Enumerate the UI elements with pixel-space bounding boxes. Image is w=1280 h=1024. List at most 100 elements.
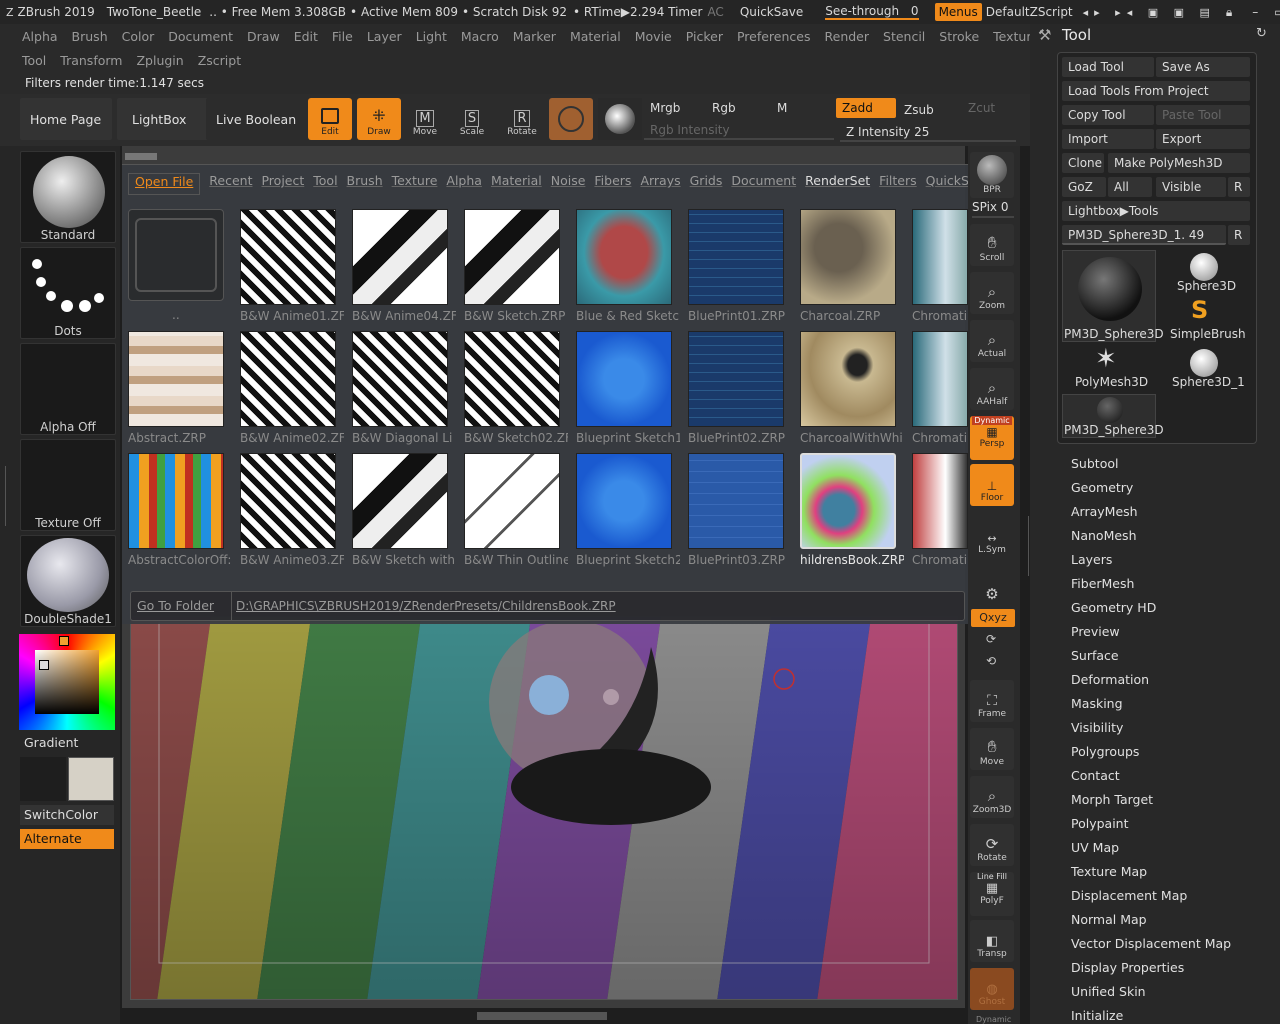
- lightbox-tab[interactable]: Material: [491, 173, 542, 195]
- transp-button[interactable]: ◧ Transp: [970, 920, 1014, 962]
- alpha-picker[interactable]: Alpha Off: [20, 343, 116, 435]
- subpalette-item[interactable]: Polypaint: [1071, 816, 1129, 831]
- rotate-view-button[interactable]: ⟳ Rotate: [970, 824, 1014, 866]
- alternate-button[interactable]: Alternate: [20, 829, 114, 849]
- canvas-bottom-scroll[interactable]: [477, 1012, 607, 1020]
- menu-item[interactable]: Brush: [72, 29, 108, 44]
- right-tray-handle[interactable]: [1023, 516, 1029, 576]
- make-polymesh3d-button[interactable]: Make PolyMesh3D: [1108, 153, 1250, 173]
- subpalette-item[interactable]: FiberMesh: [1071, 576, 1134, 591]
- lightbox-tab[interactable]: Open File: [128, 173, 201, 195]
- lightbox-thumbnail[interactable]: [352, 331, 448, 427]
- ghost-button[interactable]: ◍ Ghost: [970, 968, 1014, 1010]
- subpalette-item[interactable]: Masking: [1071, 696, 1123, 711]
- polymesh3d-icon[interactable]: ✶: [1095, 344, 1117, 374]
- maximize-icon[interactable]: ▭: [1274, 5, 1280, 19]
- zoom-button[interactable]: ⌕ Zoom: [970, 272, 1014, 314]
- lightbox-thumbnail[interactable]: [688, 453, 784, 549]
- current-tool-slider[interactable]: PM3D_Sphere3D_1. 49: [1062, 225, 1226, 245]
- subpalette-item[interactable]: Initialize: [1071, 1008, 1123, 1023]
- material-swatch[interactable]: [549, 98, 593, 140]
- visible-button[interactable]: Visible: [1156, 177, 1226, 197]
- subpalette-item[interactable]: Geometry HD: [1071, 600, 1156, 615]
- menu-item[interactable]: Render: [825, 29, 870, 44]
- lightbox-thumbnail[interactable]: [800, 209, 896, 305]
- zadd-button[interactable]: Zadd: [836, 98, 896, 118]
- lightbox-thumbnail[interactable]: [576, 331, 672, 427]
- lightbox-thumbnail[interactable]: [912, 209, 968, 305]
- export-button[interactable]: Export: [1156, 129, 1250, 149]
- simplebrush-icon[interactable]: S: [1191, 296, 1208, 324]
- save-as-button[interactable]: Save As: [1156, 57, 1250, 77]
- edit-button[interactable]: Edit: [308, 98, 352, 140]
- persp-button[interactable]: Dynamic ▦ Persp: [970, 416, 1014, 460]
- zcut-button[interactable]: Zcut: [962, 98, 1012, 118]
- menu-item[interactable]: Color: [122, 29, 155, 44]
- minimize-icon[interactable]: –: [1252, 5, 1258, 19]
- all-button[interactable]: All: [1108, 177, 1152, 197]
- lightbox-thumbnail[interactable]: [576, 453, 672, 549]
- subpalette-item[interactable]: Vector Displacement Map: [1071, 936, 1231, 951]
- menu-item[interactable]: Edit: [294, 29, 318, 44]
- rotate-y-icon[interactable]: ⟳: [986, 632, 996, 646]
- goz-button[interactable]: GoZ: [1062, 177, 1106, 197]
- subpalette-item[interactable]: Layers: [1071, 552, 1112, 567]
- rgb-button[interactable]: Rgb: [706, 98, 768, 118]
- color-picker[interactable]: [19, 634, 115, 730]
- floor-button[interactable]: ⊥ Floor: [970, 464, 1014, 506]
- copy-tool-button[interactable]: Copy Tool: [1062, 105, 1154, 125]
- subpalette-item[interactable]: Subtool: [1071, 456, 1118, 471]
- default-zscript-button[interactable]: DefaultZScript: [986, 5, 1073, 19]
- menus-button[interactable]: Menus: [934, 3, 982, 21]
- subpalette-item[interactable]: Geometry: [1071, 480, 1133, 495]
- lightbox-tools-button[interactable]: Lightbox▶Tools: [1062, 201, 1250, 221]
- texture-picker[interactable]: Texture Off: [20, 439, 116, 531]
- quicksave-button[interactable]: QuickSave: [740, 5, 803, 19]
- draw-button[interactable]: ⁜ Draw: [357, 98, 401, 140]
- load-tools-from-project-button[interactable]: Load Tools From Project: [1062, 81, 1250, 101]
- menu-item[interactable]: Layer: [367, 29, 402, 44]
- lightbox-tab[interactable]: Arrays: [640, 173, 680, 195]
- lightbox-tab[interactable]: RenderSet: [805, 173, 870, 195]
- lightbox-thumbnail[interactable]: [464, 331, 560, 427]
- scale-button[interactable]: S Scale: [450, 98, 494, 140]
- file-path[interactable]: D:\GRAPHICS\ZBRUSH2019/ZRenderPresets/Ch…: [231, 592, 616, 620]
- spix-slider[interactable]: SPix 0: [972, 200, 1014, 218]
- menu-item[interactable]: Alpha: [22, 29, 58, 44]
- lightbox-tab[interactable]: Texture: [392, 173, 438, 195]
- subpalette-item[interactable]: NanoMesh: [1071, 528, 1137, 543]
- subpalette-item[interactable]: Displacement Map: [1071, 888, 1187, 903]
- menu-item[interactable]: Light: [416, 29, 447, 44]
- rendered-scene[interactable]: [130, 616, 958, 1000]
- subpalette-item[interactable]: Normal Map: [1071, 912, 1147, 927]
- subpalette-item[interactable]: Preview: [1071, 624, 1120, 639]
- canvas-scrollbar[interactable]: [125, 153, 157, 160]
- lightbox-button[interactable]: LightBox: [117, 98, 209, 140]
- lightbox-tab[interactable]: Brush: [347, 173, 383, 195]
- xyz-button[interactable]: Qxyz: [971, 609, 1015, 627]
- menu-item[interactable]: Tool: [22, 53, 46, 68]
- paste-tool-button[interactable]: Paste Tool: [1156, 105, 1250, 125]
- subpalette-item[interactable]: Display Properties: [1071, 960, 1184, 975]
- lightbox-tab[interactable]: Noise: [551, 173, 586, 195]
- lightbox-thumbnail[interactable]: [464, 209, 560, 305]
- home-page-button[interactable]: Home Page: [20, 98, 112, 140]
- current-tool-r-button[interactable]: R: [1228, 225, 1250, 245]
- subpalette-item[interactable]: Surface: [1071, 648, 1119, 663]
- lock-icon[interactable]: 🔒︎: [1226, 5, 1232, 20]
- actual-button[interactable]: ⌕ Actual: [970, 320, 1014, 362]
- subpalette-item[interactable]: ArrayMesh: [1071, 504, 1138, 519]
- z-intensity-slider[interactable]: Z Intensity 25: [840, 122, 1016, 142]
- subpalette-item[interactable]: Texture Map: [1071, 864, 1147, 879]
- zsub-button[interactable]: Zsub: [898, 100, 958, 120]
- lightbox-thumbnail[interactable]: [240, 209, 336, 305]
- lightbox-tab[interactable]: Fibers: [594, 173, 631, 195]
- subpalette-item[interactable]: Unified Skin: [1071, 984, 1146, 999]
- subpalette-item[interactable]: Contact: [1071, 768, 1120, 783]
- lightbox-thumbnail[interactable]: [800, 453, 896, 549]
- brush-picker[interactable]: Standard: [20, 151, 116, 243]
- material-picker[interactable]: DoubleShade1: [20, 535, 116, 627]
- go-to-folder-button[interactable]: Go To Folder: [137, 598, 214, 613]
- lightbox-thumbnail[interactable]: [464, 453, 560, 549]
- lightbox-thumbnail[interactable]: [800, 331, 896, 427]
